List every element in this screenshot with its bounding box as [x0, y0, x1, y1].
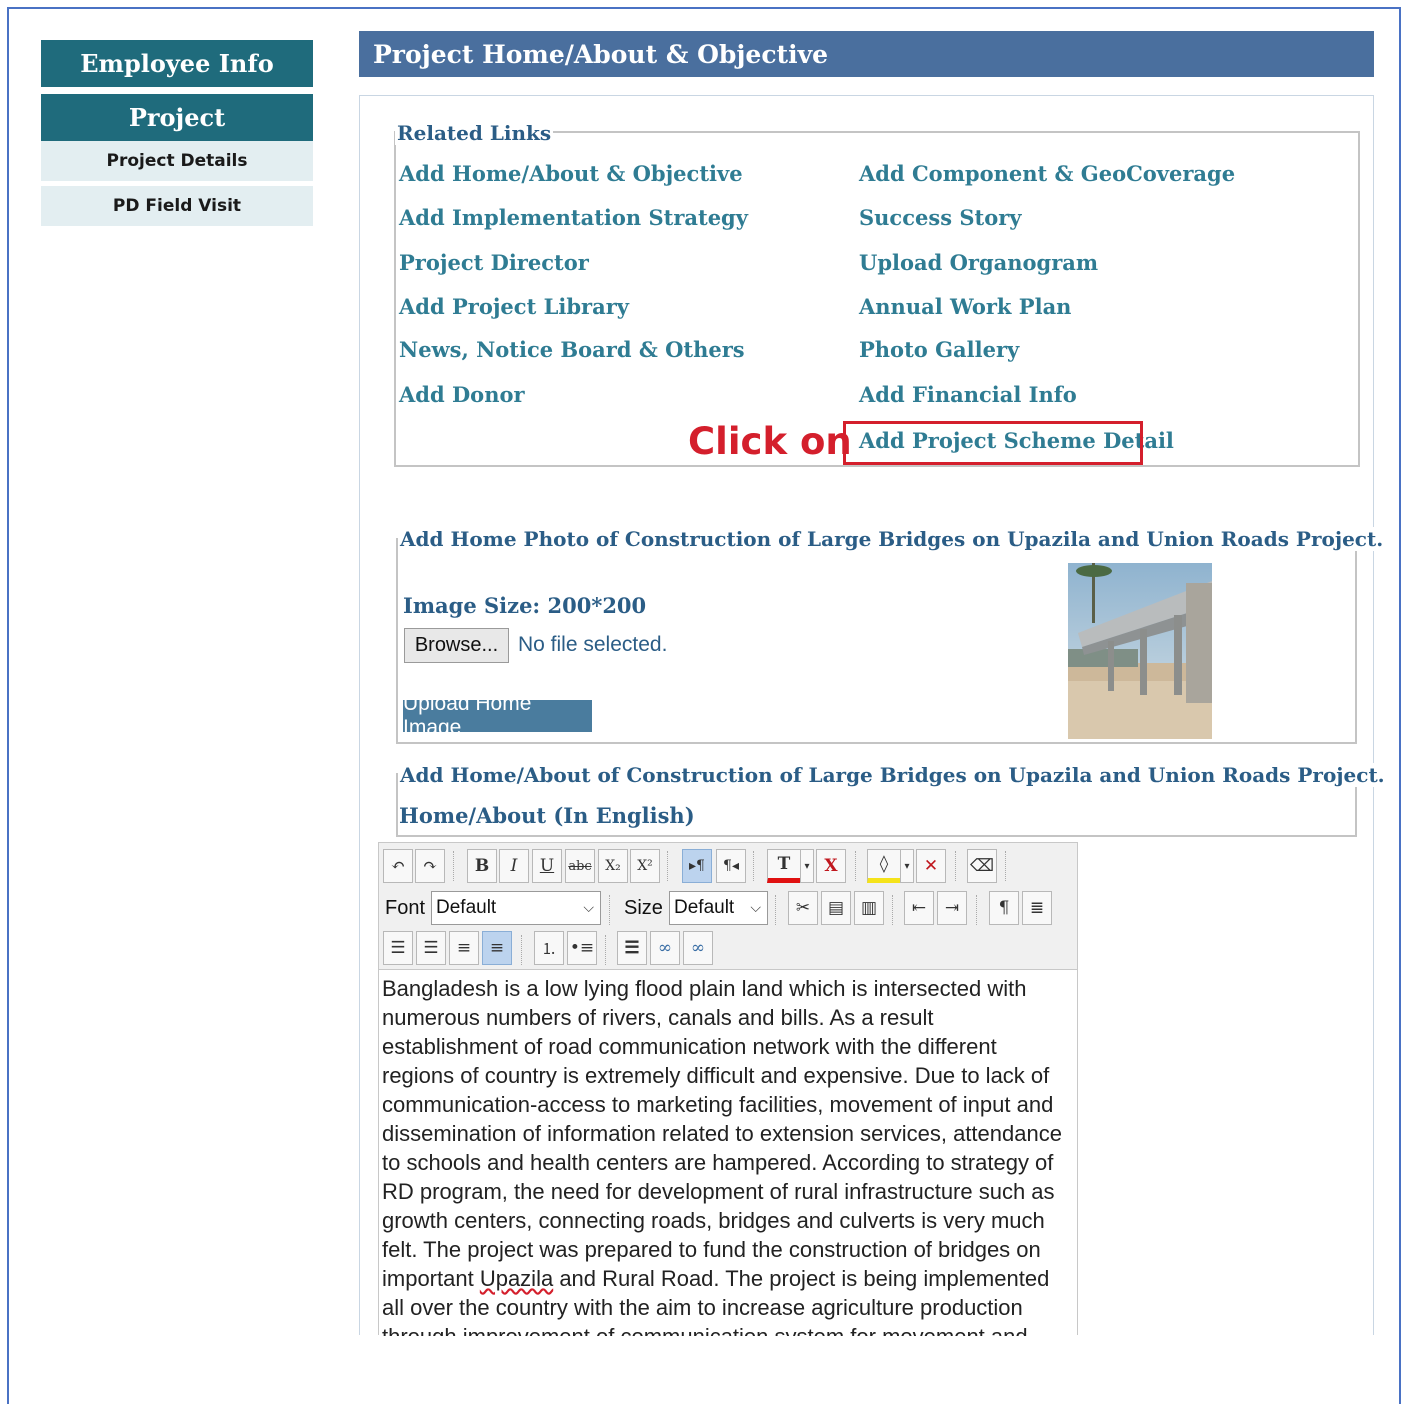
home-photo-thumbnail: [1068, 563, 1212, 739]
cut-icon[interactable]: ✂: [788, 891, 818, 925]
size-select-value: Default: [674, 897, 735, 918]
insert-link-icon[interactable]: ∞: [650, 931, 680, 965]
size-select[interactable]: Default ⌵: [669, 891, 768, 925]
sidebar-item-project-details[interactable]: Project Details: [41, 141, 313, 181]
block-format-icon[interactable]: ≣: [1022, 891, 1052, 925]
align-right-icon[interactable]: ☰: [416, 931, 446, 965]
browse-button[interactable]: Browse...: [404, 628, 509, 663]
home-photo-legend: Add Home Photo of Construction of Large …: [398, 527, 1386, 551]
bulleted-list-icon[interactable]: •≡: [567, 931, 597, 965]
font-select[interactable]: Default ⌵: [431, 891, 601, 925]
toolbar-separator: [775, 895, 777, 925]
eraser-icon[interactable]: ⌫: [967, 849, 997, 883]
highlight-dropdown-icon[interactable]: ▾: [900, 849, 914, 883]
underline-icon[interactable]: U: [532, 849, 562, 883]
chevron-down-icon: ⌵: [750, 899, 761, 915]
link-photo-gallery[interactable]: Photo Gallery: [859, 337, 1019, 362]
strikethrough-icon[interactable]: abc: [565, 849, 595, 883]
ltr-direction-icon[interactable]: ▸¶: [682, 849, 712, 883]
redo-icon[interactable]: ↷: [415, 849, 445, 883]
toolbar-separator: [521, 935, 523, 965]
font-label: Font: [385, 897, 426, 919]
highlight-color-icon[interactable]: ◊: [867, 849, 901, 883]
editor-misspelled-word: Upazila: [479, 1266, 554, 1291]
toolbar-separator: [605, 935, 607, 965]
toolbar-separator: [453, 851, 455, 881]
sidebar-project[interactable]: Project: [41, 94, 313, 141]
align-center-icon[interactable]: ≡: [449, 931, 479, 965]
undo-icon[interactable]: ↶: [383, 849, 413, 883]
link-project-director[interactable]: Project Director: [399, 250, 589, 275]
superscript-icon[interactable]: X²: [630, 849, 660, 883]
toolbar-separator: [753, 851, 755, 881]
file-status-text: No file selected.: [518, 633, 668, 656]
link-news-notice-board[interactable]: News, Notice Board & Others: [399, 337, 745, 362]
toolbar-separator: [855, 851, 857, 881]
font-select-value: Default: [436, 897, 497, 918]
paragraph-format-icon[interactable]: ¶: [989, 891, 1019, 925]
text-color-dropdown-icon[interactable]: ▾: [800, 849, 814, 883]
remove-link-icon[interactable]: ∞: [683, 931, 713, 965]
italic-icon[interactable]: I: [499, 849, 529, 883]
sidebar-employee-info[interactable]: Employee Info: [41, 40, 313, 87]
link-annual-work-plan[interactable]: Annual Work Plan: [859, 294, 1071, 319]
upload-home-image-button[interactable]: Upload Home Image: [403, 692, 592, 739]
toolbar-separator: [955, 851, 957, 881]
editor-toolbar: ↶ ↷ B I U abc X₂ X² ▸¶ ¶◂ T ▾ X ◊ ▾ ✕ ⌫ …: [379, 843, 1077, 970]
toolbar-separator: [1005, 851, 1007, 881]
toolbar-separator: [609, 895, 611, 925]
related-links-legend: Related Links: [395, 121, 554, 145]
editor-content[interactable]: Bangladesh is a low lying flood plain la…: [379, 971, 1077, 1336]
toolbar-separator: [892, 895, 894, 925]
rtl-direction-icon[interactable]: ¶◂: [716, 849, 746, 883]
align-justify-icon[interactable]: ≡: [482, 931, 512, 965]
home-about-legend: Add Home/About of Construction of Large …: [398, 763, 1387, 787]
chevron-down-icon: ⌵: [583, 899, 594, 915]
link-add-component-geocoverage[interactable]: Add Component & GeoCoverage: [859, 161, 1235, 186]
paste-from-word-icon[interactable]: ▥: [854, 891, 884, 925]
toolbar-separator: [667, 851, 669, 881]
text-color-icon[interactable]: T: [767, 849, 801, 883]
link-add-home-about[interactable]: Add Home/About & Objective: [399, 161, 743, 186]
toolbar-separator: [976, 895, 978, 925]
sidebar-item-pd-field-visit[interactable]: PD Field Visit: [41, 186, 313, 226]
link-add-financial-info[interactable]: Add Financial Info: [859, 382, 1077, 407]
horizontal-rule-icon[interactable]: ☰: [617, 931, 647, 965]
click-on-annotation: Click on: [688, 420, 852, 463]
subscript-icon[interactable]: X₂: [598, 849, 628, 883]
align-left-icon[interactable]: ☰: [383, 931, 413, 965]
link-add-implementation-strategy[interactable]: Add Implementation Strategy: [399, 205, 748, 230]
editor-text-part-1: Bangladesh is a low lying flood plain la…: [382, 976, 1062, 1291]
image-size-label: Image Size: 200*200: [403, 593, 647, 618]
remove-highlight-icon[interactable]: ✕: [916, 849, 946, 883]
size-label: Size: [624, 897, 663, 919]
highlight-box: [843, 421, 1143, 465]
outdent-icon[interactable]: ⇤: [904, 891, 934, 925]
link-success-story[interactable]: Success Story: [859, 205, 1021, 230]
rich-text-editor: ↶ ↷ B I U abc X₂ X² ▸¶ ¶◂ T ▾ X ◊ ▾ ✕ ⌫ …: [378, 842, 1078, 1336]
link-add-donor[interactable]: Add Donor: [399, 382, 525, 407]
home-about-subheading: Home/About (In English): [399, 803, 695, 828]
remove-text-color-icon[interactable]: X: [816, 849, 846, 883]
indent-icon[interactable]: ⇥: [937, 891, 967, 925]
link-upload-organogram[interactable]: Upload Organogram: [859, 250, 1098, 275]
bold-icon[interactable]: B: [467, 849, 497, 883]
link-add-project-library[interactable]: Add Project Library: [399, 294, 629, 319]
page-title: Project Home/About & Objective: [359, 31, 1374, 77]
numbered-list-icon[interactable]: ⒈: [534, 931, 564, 965]
paste-icon[interactable]: ▤: [821, 891, 851, 925]
